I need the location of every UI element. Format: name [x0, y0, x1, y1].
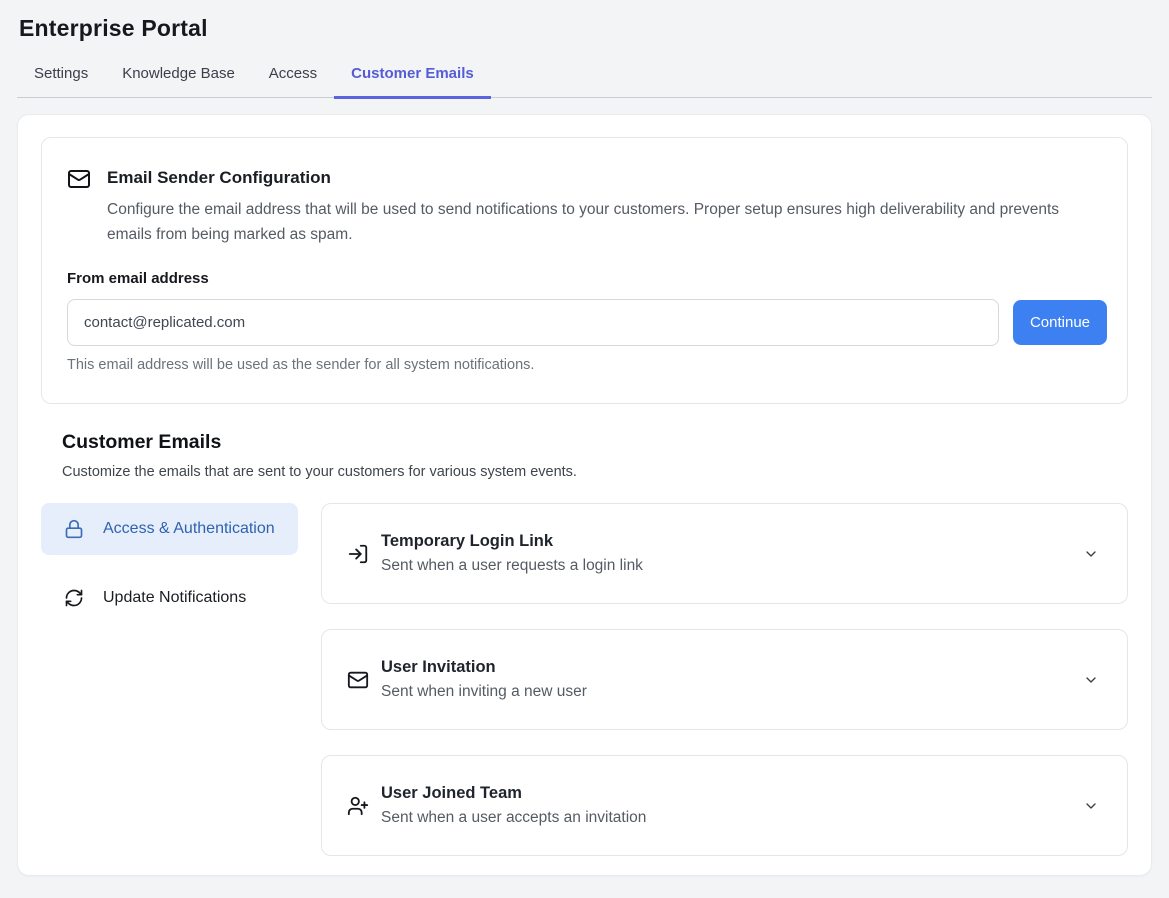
category-label: Access & Authentication	[103, 516, 275, 542]
log-in-icon	[347, 543, 369, 565]
from-email-label: From email address	[67, 270, 1107, 287]
email-sender-card: Email Sender Configuration Configure the…	[41, 137, 1128, 404]
email-card-user-invitation[interactable]: User Invitation Sent when inviting a new…	[321, 629, 1128, 730]
email-template-list: Temporary Login Link Sent when a user re…	[321, 503, 1128, 856]
email-title: User Invitation	[381, 658, 1083, 677]
category-label: Update Notifications	[103, 585, 246, 611]
email-category-list: Access & Authentication Update Notificat…	[41, 503, 298, 856]
tab-customer-emails[interactable]: Customer Emails	[334, 54, 491, 97]
category-access-authentication[interactable]: Access & Authentication	[41, 503, 298, 555]
email-title: User Joined Team	[381, 784, 1083, 803]
from-email-input[interactable]	[67, 299, 999, 346]
continue-button[interactable]: Continue	[1013, 300, 1107, 345]
card-description: Configure the email address that will be…	[107, 197, 1087, 247]
customer-emails-section: Customer Emails Customize the emails tha…	[62, 431, 1128, 480]
email-card-temporary-login-link[interactable]: Temporary Login Link Sent when a user re…	[321, 503, 1128, 604]
chevron-down-icon[interactable]	[1083, 672, 1099, 688]
main-panel: Email Sender Configuration Configure the…	[17, 114, 1152, 876]
card-title: Email Sender Configuration	[107, 166, 331, 188]
section-description: Customize the emails that are sent to yo…	[62, 464, 1128, 480]
section-title: Customer Emails	[62, 431, 1128, 454]
category-update-notifications[interactable]: Update Notifications	[41, 573, 298, 623]
tab-access[interactable]: Access	[252, 54, 334, 97]
refresh-icon	[64, 588, 84, 608]
email-helper-text: This email address will be used as the s…	[67, 357, 1107, 373]
email-title: Temporary Login Link	[381, 532, 1083, 551]
chevron-down-icon[interactable]	[1083, 546, 1099, 562]
tab-settings[interactable]: Settings	[17, 54, 105, 97]
user-plus-icon	[347, 795, 369, 817]
email-subtitle: Sent when a user accepts an invitation	[381, 809, 1083, 827]
tab-knowledge-base[interactable]: Knowledge Base	[105, 54, 252, 97]
email-card-user-joined-team[interactable]: User Joined Team Sent when a user accept…	[321, 755, 1128, 856]
tab-bar: Settings Knowledge Base Access Customer …	[17, 54, 1152, 98]
lock-icon	[64, 519, 84, 539]
mail-icon	[347, 669, 369, 691]
page-header: Enterprise Portal	[0, 0, 1169, 42]
email-subtitle: Sent when inviting a new user	[381, 683, 1083, 701]
email-subtitle: Sent when a user requests a login link	[381, 557, 1083, 575]
mail-icon	[67, 167, 91, 191]
chevron-down-icon[interactable]	[1083, 798, 1099, 814]
page-title: Enterprise Portal	[19, 15, 1150, 42]
